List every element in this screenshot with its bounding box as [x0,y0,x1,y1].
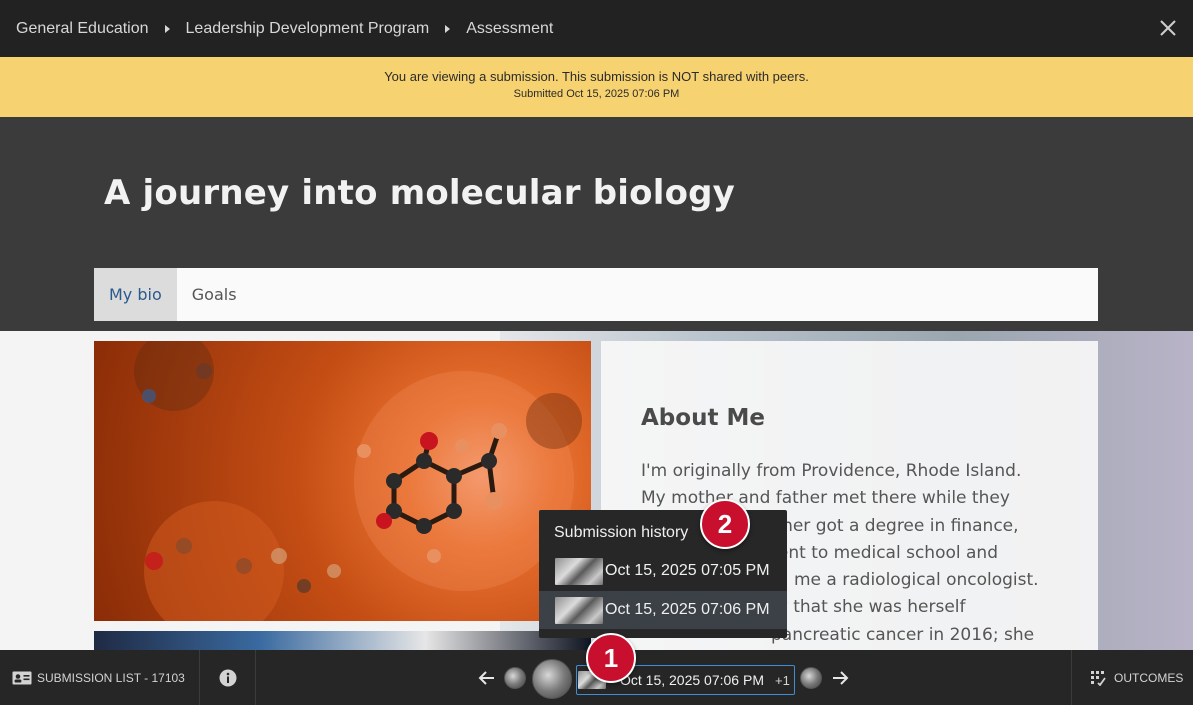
submission-list-button[interactable]: SUBMISSION LIST - 17103 [0,650,200,705]
submission-thumbnail [555,596,603,624]
submission-history-title: Submission history [554,524,689,541]
id-card-icon [12,671,32,684]
outcomes-label: OUTCOMES [1114,670,1184,685]
outcomes-icon [1091,670,1106,686]
arrow-left-icon[interactable] [478,669,496,687]
submission-thumbnail [555,557,603,585]
molecule-image [94,341,591,621]
submission-history-popup: Submission history Oct 15, 2025 07:05 PM… [539,510,787,638]
about-title: About Me [641,405,765,431]
breadcrumb-leadership-program[interactable]: Leadership Development Program [186,20,430,38]
avatar[interactable] [504,667,526,689]
tab-goals[interactable]: Goals [177,268,252,321]
banner-submitted-date: Submitted Oct 15, 2025 07:06 PM [513,88,680,100]
submission-date: Oct 15, 2025 07:05 PM [605,562,770,579]
submission-history-item[interactable]: Oct 15, 2025 07:05 PM [539,552,787,590]
earth-image [94,631,591,650]
callout-badge-2: 2 [700,499,750,549]
callout-badge-1: 1 [586,633,636,683]
chevron-right-icon [445,24,451,33]
submission-date: Oct 15, 2025 07:06 PM [605,601,770,618]
about-line: I'm originally from Providence, Rhode Is… [641,461,1022,481]
breadcrumb-general-education[interactable]: General Education [16,20,149,38]
extra-submissions-count: +1 [774,672,790,688]
info-icon [219,669,236,686]
tab-my-bio[interactable]: My bio [94,268,177,321]
breadcrumb-assessment[interactable]: Assessment [466,20,553,38]
submission-history-item-selected[interactable]: Oct 15, 2025 07:06 PM [539,591,787,629]
chevron-right-icon [164,24,170,33]
info-button[interactable] [200,650,256,705]
page-title: A journey into molecular biology [104,173,736,213]
submission-banner: You are viewing a submission. This submi… [0,57,1193,117]
page-header: A journey into molecular biology My bio … [0,117,1193,331]
page-tabs: My bio Goals [94,268,1098,321]
submission-list-label: SUBMISSION LIST - 17103 [37,670,185,685]
avatar[interactable] [800,667,822,689]
top-bar: General Education Leadership Development… [0,0,1193,57]
close-icon[interactable] [1157,17,1179,39]
current-submission-date: Oct 15, 2025 07:06 PM [620,672,764,688]
banner-message: You are viewing a submission. This submi… [384,69,809,84]
arrow-right-icon[interactable] [831,669,849,687]
avatar-current[interactable] [532,659,572,699]
outcomes-button[interactable]: OUTCOMES [1071,650,1193,705]
